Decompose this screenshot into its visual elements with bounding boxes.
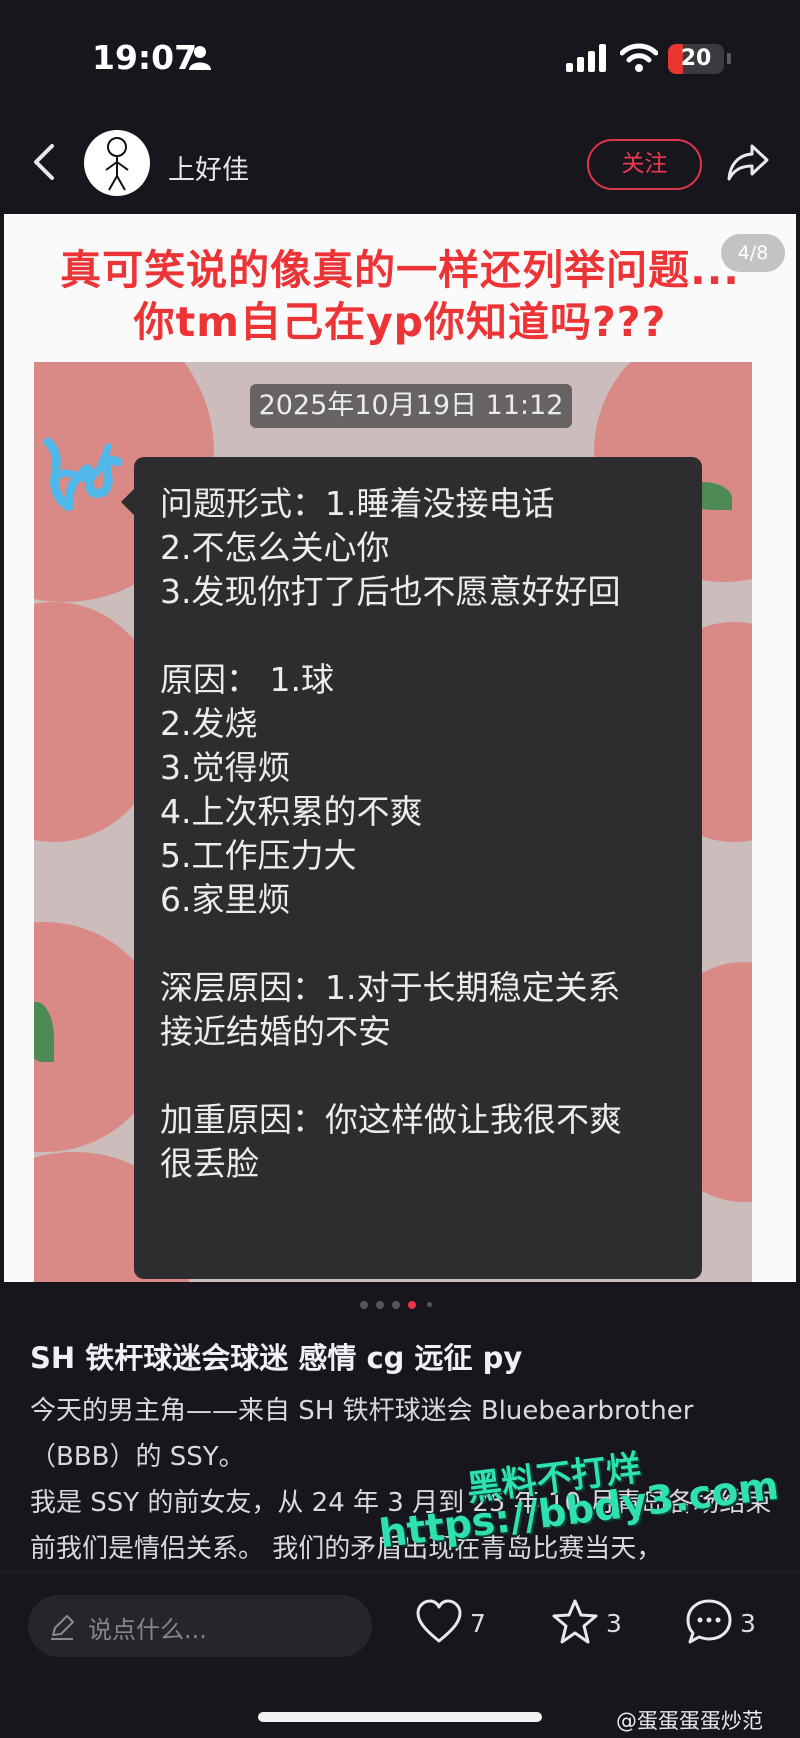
message-line: 5.工作压力大 bbox=[160, 836, 357, 875]
caption-line-2: 你tm自己在yp你知道吗??? bbox=[133, 298, 667, 346]
pager-dot-active[interactable] bbox=[408, 1301, 416, 1309]
chat-message-bubble: 问题形式：1.睡着没接电话 2.不怎么关心你 3.发现你打了后也不愿意好好回 原… bbox=[121, 457, 702, 1279]
like-button[interactable]: 7 bbox=[414, 1597, 494, 1651]
weibo-credit: @蛋蛋蛋蛋炒范 bbox=[616, 1709, 763, 1733]
author-name[interactable]: 上好佳 bbox=[168, 148, 249, 187]
comment-count: 3 bbox=[740, 1609, 756, 1638]
cellular-signal-icon bbox=[566, 44, 606, 72]
follow-button[interactable]: 关注 bbox=[587, 139, 702, 190]
person-icon bbox=[189, 46, 211, 70]
comment-placeholder: 说点什么... bbox=[88, 1616, 207, 1644]
image-counter: 4/8 bbox=[721, 234, 785, 272]
status-bar: 19:07 20 bbox=[0, 0, 800, 110]
favorite-button[interactable]: 3 bbox=[550, 1597, 630, 1651]
pager-dot[interactable] bbox=[392, 1301, 400, 1309]
comment-input[interactable]: 说点什么... bbox=[28, 1595, 372, 1657]
message-line: 很丢脸 bbox=[160, 1144, 259, 1183]
message-line: 接近结婚的不安 bbox=[160, 1012, 391, 1051]
like-count: 7 bbox=[470, 1609, 486, 1638]
back-chevron-icon[interactable] bbox=[28, 142, 62, 182]
pager-dot[interactable] bbox=[376, 1301, 384, 1309]
pager-dot[interactable] bbox=[427, 1302, 432, 1307]
chat-screenshot: 2025年10月19日 11:12 问题形式：1.睡着没接电话 2.不怎么关心你… bbox=[34, 362, 752, 1282]
pencil-icon bbox=[51, 1615, 74, 1640]
message-line: 深层原因：1.对于长期稳定关系 bbox=[160, 968, 621, 1007]
share-icon[interactable] bbox=[726, 140, 770, 184]
avatar[interactable] bbox=[84, 130, 150, 196]
carousel-pager bbox=[0, 1300, 800, 1310]
battery-level: 20 bbox=[680, 46, 712, 71]
message-line: 原因： 1.球 bbox=[160, 660, 334, 699]
message-line: 4.上次积累的不爽 bbox=[160, 792, 423, 831]
comment-button[interactable]: 3 bbox=[684, 1597, 764, 1651]
home-indicator[interactable] bbox=[258, 1712, 542, 1722]
message-line: 加重原因：你这样做让我很不爽 bbox=[160, 1100, 622, 1139]
favorite-count: 3 bbox=[606, 1609, 622, 1638]
star-icon bbox=[552, 1599, 598, 1644]
stick-figure-icon bbox=[105, 137, 129, 191]
message-line: 6.家里烦 bbox=[160, 880, 291, 919]
post-image-carousel[interactable]: 真可笑说的像真的一样还列举问题... 你tm自己在yp你知道吗??? 4/8 2… bbox=[4, 214, 796, 1282]
post-header: 上好佳 关注 bbox=[0, 112, 800, 212]
status-time: 19:07 bbox=[92, 38, 198, 77]
wifi-icon bbox=[620, 43, 658, 72]
message-line: 2.发烧 bbox=[160, 704, 258, 743]
image-caption: 真可笑说的像真的一样还列举问题... 你tm自己在yp你知道吗??? bbox=[4, 244, 796, 348]
chat-timestamp: 2025年10月19日 11:12 bbox=[250, 384, 572, 428]
battery-indicator: 20 bbox=[668, 44, 724, 74]
chat-bubble-icon bbox=[686, 1599, 732, 1644]
message-line: 3.觉得烦 bbox=[160, 748, 291, 787]
message-line: 问题形式：1.睡着没接电话 bbox=[160, 484, 555, 523]
message-line: 2.不怎么关心你 bbox=[160, 528, 390, 567]
post-title: SH 铁杆球迷会球迷 感情 cg 远征 py bbox=[30, 1341, 523, 1375]
heart-icon bbox=[416, 1599, 462, 1643]
pager-dot[interactable] bbox=[360, 1301, 368, 1309]
caption-line-1: 真可笑说的像真的一样还列举问题... bbox=[60, 246, 740, 294]
message-line: 3.发现你打了后也不愿意好好回 bbox=[160, 572, 621, 611]
